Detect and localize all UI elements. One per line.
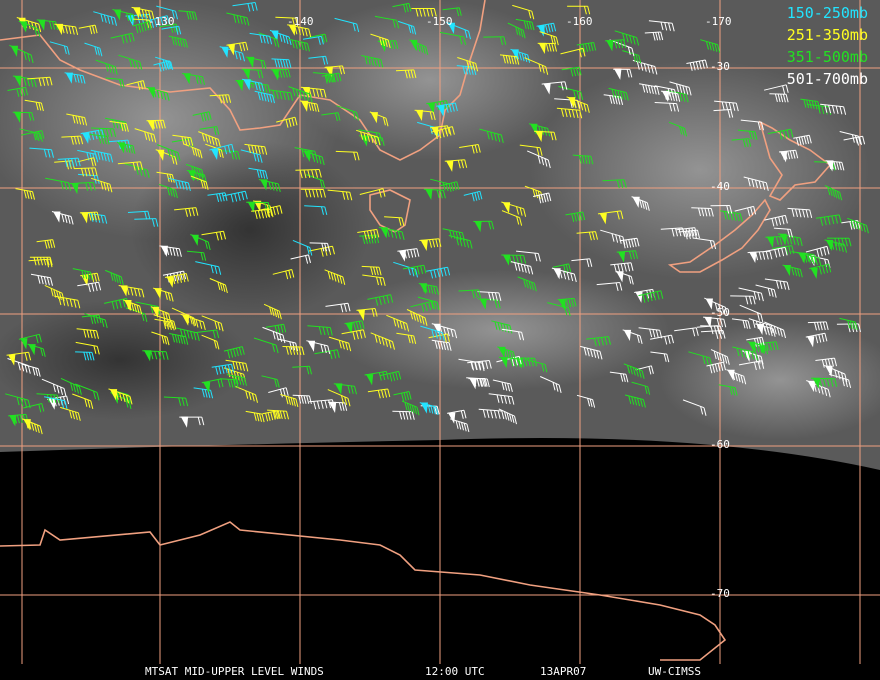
- meridian-label: -160: [566, 15, 593, 28]
- caption-time: 12:00 UTC: [425, 665, 485, 678]
- caption-product: MTSAT MID-UPPER LEVEL WINDS: [145, 665, 324, 678]
- caption-date: 13APR07: [540, 665, 587, 678]
- meridian-label: -130: [148, 15, 175, 28]
- meridian-label: -140: [287, 15, 314, 28]
- legend-entry-501-700mb: 501-700mb: [786, 70, 868, 88]
- parallel-label: -70: [710, 587, 730, 600]
- parallel-label: -40: [710, 180, 730, 193]
- meridian-label: -170: [705, 15, 732, 28]
- antarctica-coast: [0, 521, 727, 661]
- legend-entry-150-250mb: 150-250mb: [786, 4, 868, 22]
- legend-entry-351-500mb: 351-500mb: [786, 48, 868, 66]
- parallel-label: -30: [710, 60, 730, 73]
- map-canvas: [0, 0, 880, 664]
- legend-entry-251-350mb: 251-350mb: [786, 26, 868, 44]
- parallel-label: -60: [710, 438, 730, 451]
- caption-source: UW-CIMSS: [648, 665, 701, 678]
- meridian-label: -150: [426, 15, 453, 28]
- wind-map: -130 -140 -150 -160 -170 -30 -40 -50 -60…: [0, 0, 880, 680]
- parallel-label: -50: [710, 306, 730, 319]
- caption-bar: MTSAT MID-UPPER LEVEL WINDS 12:00 UTC 13…: [0, 664, 880, 680]
